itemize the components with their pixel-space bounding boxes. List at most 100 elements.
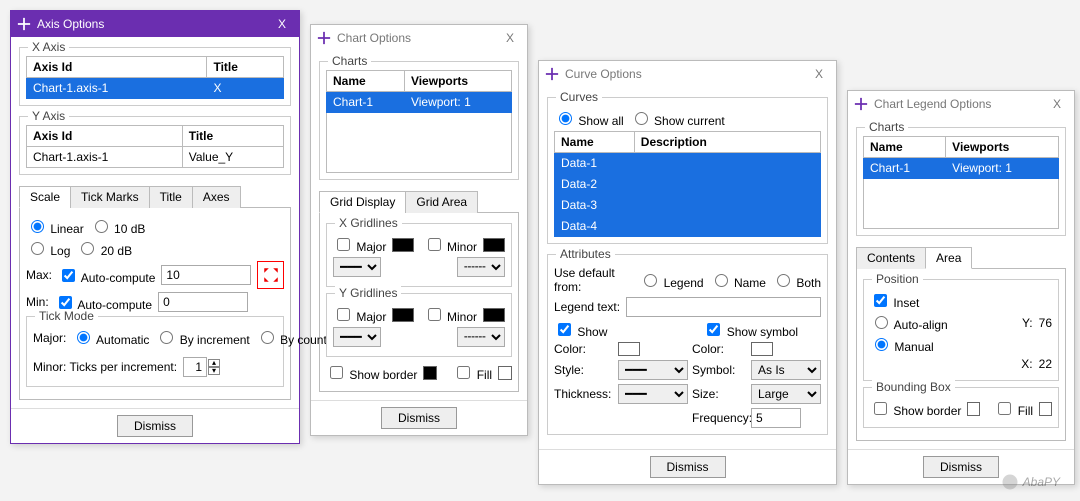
dismiss-button[interactable]: Dismiss xyxy=(923,456,999,478)
bb-show-border[interactable]: Show border xyxy=(870,399,961,418)
symbol-select[interactable]: As Is xyxy=(751,360,821,380)
symbol-color[interactable] xyxy=(751,342,773,356)
minor-label: Minor: Ticks per increment: xyxy=(33,360,177,374)
bb-fill[interactable]: Fill xyxy=(994,399,1033,418)
table-row[interactable]: Chart-1Viewport: 1 xyxy=(327,92,512,113)
radio-auto-align[interactable]: Auto-align xyxy=(870,313,948,332)
size-select[interactable]: Large xyxy=(751,384,821,404)
y-major-color[interactable] xyxy=(392,308,414,322)
bb-fill-color[interactable] xyxy=(1039,402,1052,416)
y-axis-table[interactable]: Axis IdTitle Chart-1.axis-1Value_Y xyxy=(26,125,284,168)
axis-title: Axis Options xyxy=(37,17,265,31)
close-icon[interactable]: X xyxy=(1046,97,1068,111)
max-input[interactable] xyxy=(161,265,251,285)
radio-show-all[interactable]: Show all xyxy=(554,109,624,128)
border-color[interactable] xyxy=(423,366,437,380)
app-icon xyxy=(17,17,31,31)
y-axis-label: Y Axis xyxy=(28,109,69,123)
curve-titlebar[interactable]: Curve Options X xyxy=(539,61,836,87)
min-input[interactable] xyxy=(158,292,248,312)
tab-area[interactable]: Area xyxy=(925,247,972,269)
tab-title[interactable]: Title xyxy=(149,186,193,208)
max-auto-compute[interactable]: Auto-compute xyxy=(58,266,155,285)
x-major-style[interactable]: ━━━ xyxy=(333,257,381,277)
curves-table[interactable]: NameDescription Data-1 Data-2 Data-3 Dat… xyxy=(554,131,821,237)
close-icon[interactable]: X xyxy=(271,17,293,31)
x-major-color[interactable] xyxy=(392,238,414,252)
y-minor-check[interactable]: Minor xyxy=(424,305,477,324)
curve-color[interactable] xyxy=(618,342,640,356)
dismiss-button[interactable]: Dismiss xyxy=(650,456,726,478)
legend-text-input[interactable] xyxy=(626,297,821,317)
y-major-style[interactable]: ━━━ xyxy=(333,327,381,347)
tab-grid-area[interactable]: Grid Area xyxy=(405,191,478,213)
radio-both[interactable]: Both xyxy=(772,271,821,290)
fill-color[interactable] xyxy=(498,366,512,380)
frequency-input[interactable] xyxy=(751,408,801,428)
x-axis-label: X Axis xyxy=(28,40,69,54)
charts-table[interactable]: NameViewports Chart-1Viewport: 1 xyxy=(326,70,512,173)
chart-titlebar[interactable]: Chart Options X xyxy=(311,25,527,51)
tab-tick-marks[interactable]: Tick Marks xyxy=(70,186,150,208)
show-check[interactable]: Show xyxy=(554,320,607,339)
radio-automatic[interactable]: Automatic xyxy=(72,328,149,347)
y-minor-style[interactable]: ╌╌╌ xyxy=(457,327,505,347)
dismiss-button[interactable]: Dismiss xyxy=(381,407,457,429)
inset-check[interactable]: Inset xyxy=(870,291,919,310)
curve-options-window: Curve Options X Curves Show all Show cur… xyxy=(538,60,837,485)
table-row[interactable]: Chart-1Viewport: 1 xyxy=(864,158,1059,179)
radio-linear[interactable]: Linear xyxy=(26,217,84,236)
x-major-check[interactable]: Major xyxy=(333,235,386,254)
table-row[interactable]: Chart-1.axis-1Value_Y xyxy=(27,147,284,168)
charts-group: Charts NameViewports Chart-1Viewport: 1 xyxy=(319,61,519,180)
legend-tabs: Contents Area xyxy=(856,246,1066,269)
show-symbol-check[interactable]: Show symbol xyxy=(703,320,798,339)
curve-title: Curve Options xyxy=(565,67,802,81)
radio-name[interactable]: Name xyxy=(710,271,766,290)
table-row[interactable]: Chart-1.axis-1X xyxy=(27,78,284,99)
x-minor-color[interactable] xyxy=(483,238,505,252)
expand-icon[interactable] xyxy=(257,261,284,289)
close-icon[interactable]: X xyxy=(499,31,521,45)
radio-10db[interactable]: 10 dB xyxy=(90,217,146,236)
legend-charts-table[interactable]: NameViewports Chart-1Viewport: 1 xyxy=(863,136,1059,229)
thickness-select[interactable]: ━━━ xyxy=(618,384,688,404)
minor-spinner[interactable]: ▴▾ xyxy=(183,357,220,377)
table-row[interactable]: Data-4 xyxy=(555,216,821,237)
style-select[interactable]: ━━━ xyxy=(618,360,688,380)
tab-scale[interactable]: Scale xyxy=(19,186,71,208)
axis-titlebar[interactable]: Axis Options X xyxy=(11,11,299,37)
tab-axes[interactable]: Axes xyxy=(192,186,241,208)
radio-by-count[interactable]: By count xyxy=(256,328,327,347)
tab-contents[interactable]: Contents xyxy=(856,247,926,269)
radio-20db[interactable]: 20 dB xyxy=(76,239,132,258)
show-border-check[interactable]: Show border xyxy=(326,363,417,382)
axis-tabs: Scale Tick Marks Title Axes xyxy=(19,185,291,208)
close-icon[interactable]: X xyxy=(808,67,830,81)
curves-group: Curves Show all Show current NameDescrip… xyxy=(547,97,828,244)
fill-check[interactable]: Fill xyxy=(453,363,492,382)
radio-by-increment[interactable]: By increment xyxy=(155,328,249,347)
axis-options-window: Axis Options X X Axis Axis IdTitle Chart… xyxy=(10,10,300,444)
radio-manual[interactable]: Manual xyxy=(870,335,934,354)
x-minor-style[interactable]: ╌╌╌ xyxy=(457,257,505,277)
legend-titlebar[interactable]: Chart Legend Options X xyxy=(848,91,1074,117)
y-major-check[interactable]: Major xyxy=(333,305,386,324)
table-row[interactable]: Data-3 xyxy=(555,195,821,216)
y-gridlines-group: Y Gridlines Major Minor ━━━ ╌╌╌ xyxy=(326,293,512,357)
bb-border-color[interactable] xyxy=(967,402,980,416)
table-row[interactable]: Data-2 xyxy=(555,174,821,195)
x-axis-table[interactable]: Axis IdTitle Chart-1.axis-1X xyxy=(26,56,284,99)
app-icon xyxy=(854,97,868,111)
radio-log[interactable]: Log xyxy=(26,239,70,258)
x-minor-check[interactable]: Minor xyxy=(424,235,477,254)
radio-show-current[interactable]: Show current xyxy=(630,109,725,128)
max-label: Max: xyxy=(26,268,52,282)
tick-mode-group: Tick Mode Major: Automatic By increment … xyxy=(26,316,284,387)
table-row[interactable]: Data-1 xyxy=(555,153,821,174)
y-minor-color[interactable] xyxy=(483,308,505,322)
radio-legend[interactable]: Legend xyxy=(639,271,703,290)
spin-down-icon[interactable]: ▾ xyxy=(208,367,220,375)
dismiss-button[interactable]: Dismiss xyxy=(117,415,193,437)
tab-grid-display[interactable]: Grid Display xyxy=(319,191,406,213)
